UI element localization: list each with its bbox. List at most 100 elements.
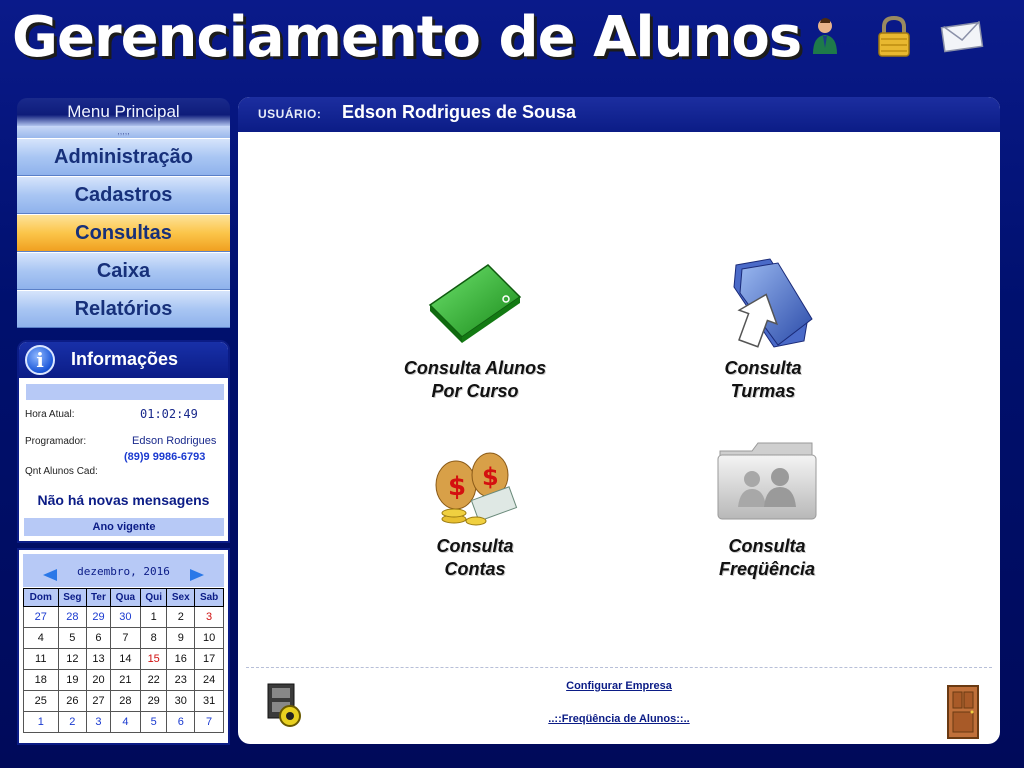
weekday-header: Qua (109, 588, 142, 607)
clock-value: 01:02:49 (140, 407, 198, 421)
calendar: dezembro, 2016 Dom Seg Ter Qua Qui Sex Sab 27 2… (17, 548, 230, 745)
green-folder-icon (428, 264, 522, 343)
weekday-header: Dom (23, 588, 59, 607)
svg-text:$: $ (482, 463, 499, 491)
svg-text:$: $ (448, 472, 466, 502)
calendar-day[interactable]: 29 (140, 690, 168, 712)
calendar-day[interactable]: 23 (166, 669, 196, 691)
messages-status: Não há novas mensagens (37, 492, 210, 508)
info-icon: i (25, 345, 55, 375)
weekday-header: Sex (166, 588, 196, 607)
calendar-day[interactable]: 30 (109, 606, 142, 628)
calendar-day[interactable]: 8 (140, 627, 168, 649)
calendar-day[interactable]: 3 (194, 606, 224, 628)
user-icon[interactable] (803, 14, 847, 58)
calendar-day[interactable]: 19 (57, 669, 88, 691)
app-title: Gerenciamento de Alunos (12, 5, 802, 70)
info-bar (26, 384, 224, 400)
weekday-header: Qui (140, 588, 168, 607)
calendar-day[interactable]: 31 (194, 690, 224, 712)
calendar-day[interactable]: 17 (194, 648, 224, 670)
configurar-empresa-link[interactable]: Configurar Empresa (238, 680, 1000, 692)
tile-consulta-contas[interactable]: $ $ Consulta Contas (375, 427, 575, 581)
calendar-day[interactable]: 28 (109, 690, 142, 712)
calendar-day[interactable]: 16 (166, 648, 196, 670)
main-panel: USUÁRIO: Edson Rodrigues de Sousa Consul… (238, 97, 1000, 744)
calendar-day[interactable]: 2 (57, 711, 88, 733)
next-month-icon[interactable] (190, 569, 204, 581)
calendar-day[interactable]: 9 (166, 627, 196, 649)
calendar-day[interactable]: 2 (166, 606, 196, 628)
main-menu: Menu Principal ,,,,, Administração Cadas… (17, 98, 230, 328)
calendar-day[interactable]: 27 (86, 690, 111, 712)
calendar-day[interactable]: 10 (194, 627, 224, 649)
calendar-day[interactable]: 14 (109, 648, 142, 670)
mail-icon[interactable] (940, 14, 984, 58)
info-header: i Informações (19, 342, 228, 378)
tile-label-consulta-contas: Consulta Contas (436, 536, 514, 579)
footer-divider (246, 667, 992, 668)
menu-header: Menu Principal (17, 98, 230, 126)
frequencia-alunos-link[interactable]: ..::Freqüência de Alunos::.. (238, 713, 1000, 725)
calendar-day[interactable]: 25 (23, 690, 59, 712)
info-panel: i Informações Hora Atual: 01:02:49 Progr… (17, 340, 230, 543)
tile-consulta-alunos[interactable]: Consulta Alunos Por Curso (375, 257, 575, 403)
calendar-day[interactable]: 5 (140, 711, 168, 733)
calendar-day[interactable]: 1 (140, 606, 168, 628)
calendar-day[interactable]: 27 (23, 606, 59, 628)
menu-item-consultas[interactable]: Consultas (17, 214, 230, 252)
hora-label: Hora Atual: (25, 409, 75, 420)
year-bar: Ano vigente (24, 518, 224, 536)
calendar-day[interactable]: 22 (140, 669, 168, 691)
calendar-day[interactable]: 24 (194, 669, 224, 691)
calendar-day[interactable]: 21 (109, 669, 142, 691)
menu-item-caixa[interactable]: Caixa (17, 252, 230, 290)
calendar-day[interactable]: 26 (57, 690, 88, 712)
menu-separator: ,,,,, (17, 126, 230, 138)
calendar-day[interactable]: 5 (57, 627, 88, 649)
calendar-day[interactable]: 4 (109, 711, 142, 733)
calendar-day[interactable]: 11 (23, 648, 59, 670)
calendar-day[interactable]: 7 (109, 627, 142, 649)
weekday-header: Sab (194, 588, 224, 607)
calendar-grid: Dom Seg Ter Qua Qui Sex Sab 27 28 29 30 1 2 3 4 5 6 7 8 9 1… (23, 588, 224, 733)
calendar-day[interactable]: 15 (140, 648, 168, 670)
calendar-day[interactable]: 12 (57, 648, 88, 670)
weekday-header: Seg (57, 588, 88, 607)
menu-item-relatorios[interactable]: Relatórios (17, 290, 230, 328)
programador-value: Edson Rodrigues (132, 435, 217, 447)
programador-label: Programador: (25, 436, 87, 447)
weekday-header: Ter (86, 588, 111, 607)
info-title: Informações (71, 349, 179, 369)
calendar-day[interactable]: 3 (86, 711, 111, 733)
calendar-header: dezembro, 2016 (23, 554, 224, 587)
calendar-day[interactable]: 7 (194, 711, 224, 733)
exit-door-icon[interactable] (946, 684, 980, 740)
calendar-day[interactable]: 29 (86, 606, 111, 628)
user-bar: USUÁRIO: Edson Rodrigues de Sousa (238, 97, 1000, 132)
menu-item-cadastros[interactable]: Cadastros (17, 176, 230, 214)
calendar-day[interactable]: 20 (86, 669, 111, 691)
user-label: USUÁRIO: (258, 107, 322, 121)
user-name: Edson Rodrigues de Sousa (342, 102, 577, 122)
tile-consulta-turmas[interactable]: Consulta Turmas (663, 257, 863, 403)
blue-folder-arrow-icon (733, 258, 813, 348)
calendar-day[interactable]: 18 (23, 669, 59, 691)
calendar-day[interactable]: 13 (86, 648, 111, 670)
calendar-day[interactable]: 4 (23, 627, 59, 649)
calendar-day[interactable]: 6 (86, 627, 111, 649)
tile-consulta-frequencia[interactable]: Consulta Freqüência (667, 437, 867, 581)
calendar-day[interactable]: 30 (166, 690, 196, 712)
calendar-day[interactable]: 28 (57, 606, 88, 628)
programador-phone: (89)9 9986-6793 (124, 451, 206, 463)
money-bags-icon: $ $ (435, 452, 518, 526)
tile-label-consulta-turmas: Consulta Turmas (724, 358, 802, 401)
tile-label-consulta-alunos: Consulta Alunos Por Curso (403, 358, 547, 401)
tile-label-consulta-frequencia: Consulta Freqüência (718, 536, 816, 579)
calendar-day[interactable]: 6 (166, 711, 196, 733)
menu-item-administracao[interactable]: Administração (17, 138, 230, 176)
qnt-alunos-label: Qnt Alunos Cad: (25, 466, 98, 477)
calendar-day[interactable]: 1 (23, 711, 59, 733)
lock-icon[interactable] (872, 14, 916, 58)
users-folder-icon (717, 442, 817, 520)
